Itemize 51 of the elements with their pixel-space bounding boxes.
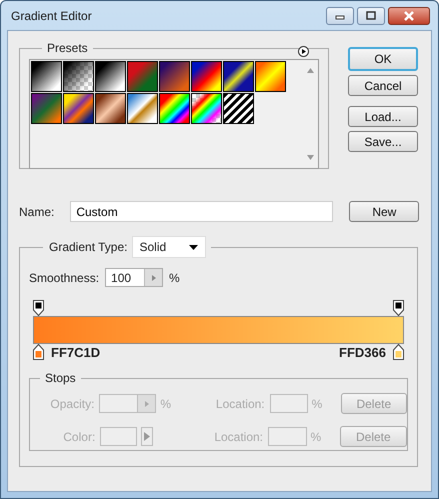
name-label: Name: (19, 204, 54, 218)
dialog-button[interactable]: OK (348, 47, 418, 71)
maximize-icon (365, 10, 377, 20)
percent-label: % (169, 270, 180, 284)
gradient-swatch[interactable] (127, 93, 158, 124)
percent-label: % (159, 396, 172, 410)
gradient-swatch[interactable] (255, 61, 286, 92)
group-title: Stops (44, 371, 77, 385)
color-stop-icon[interactable] (33, 344, 44, 360)
name-field[interactable]: Custom (70, 201, 334, 222)
triangle-right-icon (144, 432, 150, 441)
gradient-type-label: Gradient Type: (49, 240, 128, 254)
dialog-button[interactable]: Cancel (348, 75, 418, 96)
gradient-swatch[interactable] (223, 61, 254, 92)
minimize-button[interactable] (326, 6, 354, 24)
percent-label: % (310, 430, 322, 444)
spin-arrow-icon[interactable] (152, 274, 156, 280)
dialog-button[interactable]: Load... (348, 106, 418, 127)
gradient-swatch[interactable] (31, 61, 62, 92)
stop-label: Color: (62, 430, 96, 444)
gradient-swatch[interactable] (95, 93, 126, 124)
color-hex-label: FF7C1D (51, 344, 100, 360)
stop-label: Opacity: (49, 396, 94, 410)
gradient-swatch[interactable] (127, 61, 158, 92)
gradient-swatch[interactable] (191, 93, 222, 124)
close-button[interactable] (388, 6, 430, 24)
smoothness-label: Smoothness: (29, 270, 100, 284)
gradient-swatch[interactable] (191, 61, 222, 92)
dropdown-arrow-icon (188, 244, 198, 250)
smoothness-field[interactable]: 100 (105, 268, 164, 287)
percent-label: % (310, 396, 324, 410)
opacity-stop-icon[interactable] (393, 300, 404, 316)
gradient-swatch[interactable] (223, 93, 254, 124)
location-label: Location: (214, 396, 265, 410)
group-title: Presets (46, 41, 89, 55)
gradient-type-dropdown[interactable]: Solid (132, 236, 206, 258)
gradient-swatch[interactable] (63, 61, 94, 92)
gradient-swatch[interactable] (31, 93, 62, 124)
color-stop-icon[interactable] (393, 344, 404, 360)
close-icon (403, 10, 415, 20)
location-label: Location: (213, 430, 264, 444)
dialog-button[interactable]: Save... (348, 131, 418, 152)
maximize-button[interactable] (357, 6, 385, 24)
gradient-swatch[interactable] (159, 61, 190, 92)
new-button[interactable]: New (349, 201, 420, 222)
gradient-swatch[interactable] (159, 93, 190, 124)
gradient-swatch[interactable] (95, 61, 126, 92)
color-hex-label: FFD366 (339, 344, 386, 360)
window-title: Gradient Editor (11, 8, 92, 22)
opacity-stop-icon[interactable] (33, 300, 44, 316)
gradient-swatch[interactable] (63, 93, 94, 124)
